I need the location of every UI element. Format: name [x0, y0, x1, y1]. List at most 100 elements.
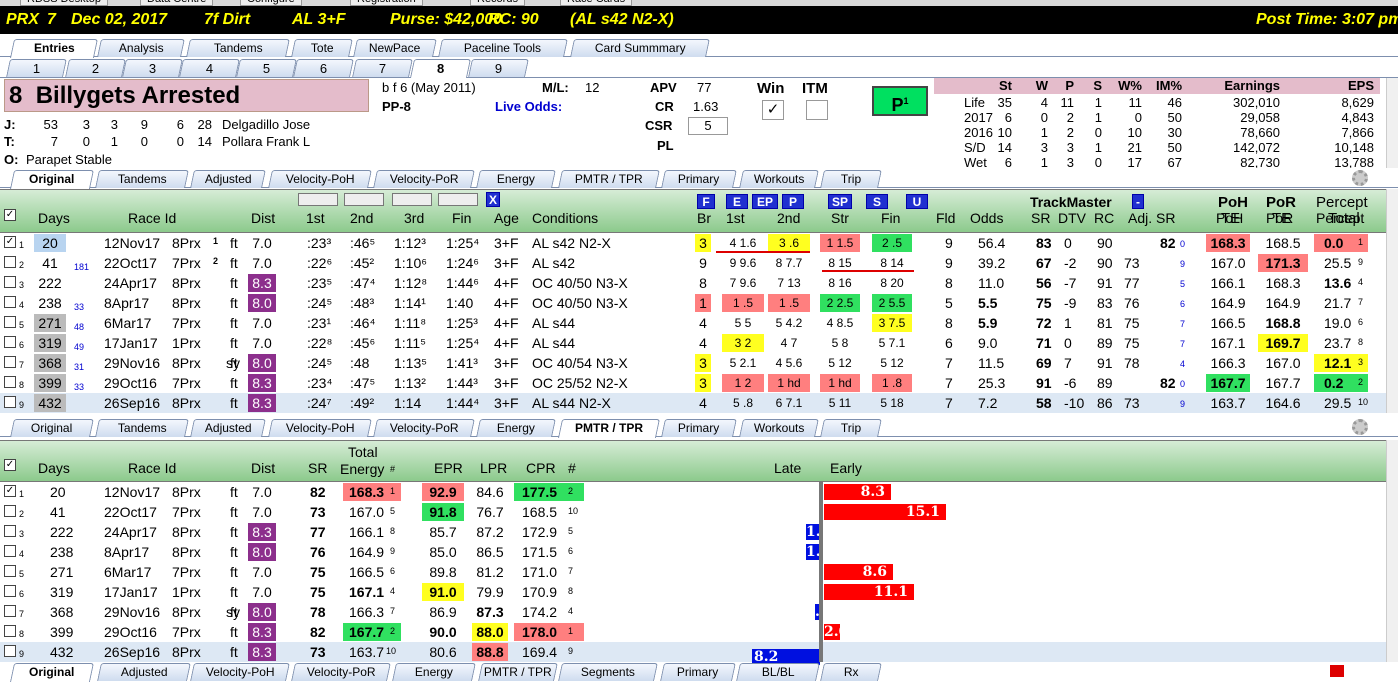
main-tab-2[interactable]: Tandems — [186, 39, 290, 57]
horse-tab-3[interactable]: 4 — [179, 59, 240, 77]
pp-row[interactable]: 3 222 24Apr17 8Prx ft 8.3:23⁵:47⁴ 1:12⁸ 1:44⁶ 4+… — [0, 273, 1386, 293]
pp-row[interactable]: 4 238 33 8Apr17 8Prx ft 8.0:24⁵:48³ 1:14¹ 1:40 4+… — [0, 293, 1386, 313]
pp-tab-7[interactable]: Primary — [661, 170, 737, 188]
energy-tab-1[interactable]: Tandems — [95, 419, 189, 437]
main-tab-1[interactable]: Analysis — [97, 39, 185, 57]
settings-gear-icon-2[interactable] — [1352, 419, 1368, 435]
horse-tab-5[interactable]: 6 — [293, 59, 354, 77]
bottom-tab-8[interactable]: BL/BL — [736, 663, 820, 681]
horse-tab-2[interactable]: 3 — [122, 59, 183, 77]
energy-tab-6[interactable]: PMTR / TPR — [557, 419, 661, 438]
p1-button[interactable]: P1 — [872, 86, 928, 116]
energy-row[interactable]: 7 368 29Nov16 8Prx sy ft 8.0 78 166.3 7 86.9 87.3 17… — [0, 602, 1386, 622]
energy-row[interactable]: 5 271 6Mar17 7Prx ft 7.0 75 166.5 6 89.8 81.2 171.0… — [0, 562, 1386, 582]
energy-tab-3[interactable]: Velocity-PoH — [268, 419, 372, 437]
row-checkbox[interactable] — [4, 276, 16, 288]
arrow-right-icon[interactable] — [1330, 665, 1344, 677]
pp-tab-6[interactable]: PMTR / TPR — [558, 170, 660, 188]
select-all-checkbox[interactable]: ✓ — [4, 209, 16, 221]
horse-tab-4[interactable]: 5 — [236, 59, 297, 77]
pp-row[interactable]: 7 368 31 29Nov16 8Prx sy ft 8.0:24⁵:48 1:13⁵ 1:41… — [0, 353, 1386, 373]
row-checkbox[interactable] — [4, 336, 16, 348]
pp-tab-5[interactable]: Energy — [476, 170, 556, 188]
energy-row[interactable]: ✓ 1 20 12Nov17 8Prx ft 7.0 82 168.3 1 92.9 84.6 177.… — [0, 482, 1386, 502]
bottom-tab-7[interactable]: Primary — [660, 663, 736, 681]
row-checkbox[interactable] — [4, 396, 16, 408]
energy-row[interactable]: 3 222 24Apr17 8Prx ft 8.3 77 166.1 8 85.7 87.2 172.… — [0, 522, 1386, 542]
main-tab-3[interactable]: Tote — [291, 39, 353, 57]
horse-tab-8[interactable]: 9 — [468, 59, 529, 77]
row-checkbox[interactable] — [4, 625, 16, 637]
row-checkbox[interactable] — [4, 376, 16, 388]
bottom-tab-4[interactable]: Energy — [392, 663, 476, 681]
fraction-filter-button[interactable] — [438, 193, 478, 206]
pp-tab-3[interactable]: Velocity-PoH — [268, 170, 372, 188]
settings-gear-icon[interactable] — [1352, 170, 1368, 186]
fraction-filter-button[interactable] — [344, 193, 384, 206]
top-scrollbar[interactable] — [1386, 189, 1398, 413]
pp-tab-1[interactable]: Tandems — [95, 170, 189, 188]
pace-filter-button[interactable]: EP — [752, 194, 778, 209]
energy-tab-4[interactable]: Velocity-PoR — [373, 419, 475, 437]
pace-filter-button[interactable]: S — [866, 194, 888, 209]
energy-row[interactable]: 8 399 29Oct16 7Prx ft 8.3 82 167.7 2 90.0 88.0 178.… — [0, 622, 1386, 642]
row-checkbox[interactable] — [4, 645, 16, 657]
energy-row[interactable]: 9 432 26Sep16 8Prx ft 8.3 73 163.7 10 80.6 88.8 169… — [0, 642, 1386, 665]
row-checkbox[interactable] — [4, 505, 16, 517]
win-checkbox[interactable]: ✓ — [762, 100, 784, 120]
pp-tab-8[interactable]: Workouts — [739, 170, 819, 188]
row-checkbox[interactable] — [4, 525, 16, 537]
row-checkbox[interactable] — [4, 256, 16, 268]
pp-row[interactable]: 6 319 49 17Jan17 1Prx ft 7.0:22⁸:45⁶ 1:11⁵ 1:25⁴… — [0, 333, 1386, 353]
fraction-filter-button[interactable] — [392, 193, 432, 206]
pp-row[interactable]: 2 41 181 22Oct17 7Prx 2 ft 7.0:22⁶:45² 1:10⁶ 1:24… — [0, 253, 1386, 273]
pace-filter-button[interactable]: P — [782, 194, 804, 209]
row-checkbox[interactable] — [4, 545, 16, 557]
main-tab-4[interactable]: NewPace — [353, 39, 437, 57]
energy-row[interactable]: 2 41 22Oct17 7Prx ft 7.0 73 167.0 5 91.8 76.7 168.5… — [0, 502, 1386, 522]
energy-tab-8[interactable]: Workouts — [739, 419, 819, 437]
bottom-tab-0[interactable]: Original — [9, 663, 95, 682]
row-checkbox[interactable] — [4, 605, 16, 617]
horse-tab-1[interactable]: 2 — [65, 59, 126, 77]
energy-row[interactable]: 4 238 8Apr17 8Prx ft 8.0 76 164.9 9 85.0 86.5 171.5… — [0, 542, 1386, 562]
energy-tab-2[interactable]: Adjusted — [190, 419, 266, 437]
bottom-scrollbar[interactable] — [1386, 440, 1398, 662]
energy-row[interactable]: 6 319 17Jan17 1Prx ft 7.0 75 167.1 4 91.0 79.9 170.… — [0, 582, 1386, 602]
pace-filter-button[interactable]: SP — [828, 194, 852, 209]
pace-filter-button[interactable]: F — [697, 194, 715, 209]
row-checkbox[interactable]: ✓ — [4, 485, 16, 497]
row-checkbox[interactable] — [4, 585, 16, 597]
pp-row[interactable]: 9 432 26Sep16 8Prx ft 8.3:24⁷:49² 1:14 1:44⁴ 3+F… — [0, 393, 1386, 413]
pp-tab-2[interactable]: Adjusted — [190, 170, 266, 188]
energy-tab-5[interactable]: Energy — [476, 419, 556, 437]
fraction-filter-button[interactable] — [298, 193, 338, 206]
pace-filter-button[interactable]: E — [726, 194, 748, 209]
main-tab-6[interactable]: Card Summmary — [570, 39, 710, 57]
energy-tab-9[interactable]: Trip — [820, 419, 882, 437]
pp-row[interactable]: 5 271 48 6Mar17 7Prx ft 7.0:23¹:46⁴ 1:11⁸ 1:25³ 4… — [0, 313, 1386, 333]
pp-row[interactable]: 8 399 33 29Oct16 7Prx ft 8.3:23⁴:47⁵ 1:13² 1:44³… — [0, 373, 1386, 393]
row-checkbox[interactable] — [4, 356, 16, 368]
bottom-tab-1[interactable]: Adjusted — [97, 663, 191, 681]
bottom-tab-9[interactable]: Rx — [820, 663, 882, 681]
main-tab-0[interactable]: Entries — [9, 39, 99, 58]
main-tab-5[interactable]: Paceline Tools — [438, 39, 568, 57]
horse-tab-6[interactable]: 7 — [352, 59, 413, 77]
pace-filter-button[interactable]: U — [906, 194, 928, 209]
pp-row[interactable]: ✓ 1 20 12Nov17 8Prx 1 ft 7.0:23³:46⁵ 1:12³ 1:25⁴ 3… — [0, 233, 1386, 253]
bottom-tab-2[interactable]: Velocity-PoH — [190, 663, 290, 681]
horse-tab-0[interactable]: 1 — [6, 59, 67, 77]
pp-tab-9[interactable]: Trip — [820, 170, 882, 188]
bottom-tab-5[interactable]: PMTR / TPR — [478, 663, 558, 681]
row-checkbox[interactable] — [4, 296, 16, 308]
horse-tab-7[interactable]: 8 — [409, 59, 472, 78]
pp-tab-4[interactable]: Velocity-PoR — [373, 170, 475, 188]
pp-tab-0[interactable]: Original — [9, 170, 95, 189]
bottom-tab-6[interactable]: Segments — [558, 663, 658, 681]
minus-button[interactable]: - — [1132, 194, 1144, 209]
row-checkbox[interactable] — [4, 316, 16, 328]
stats-scrollbar[interactable] — [1386, 78, 1398, 168]
row-checkbox[interactable]: ✓ — [4, 236, 16, 248]
x-button[interactable]: X — [486, 192, 500, 207]
